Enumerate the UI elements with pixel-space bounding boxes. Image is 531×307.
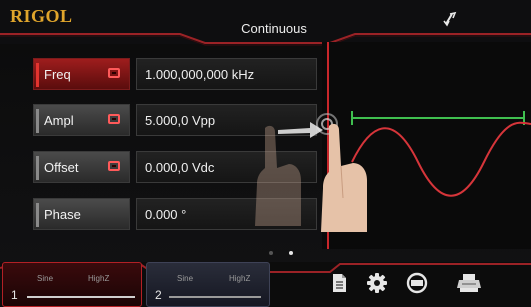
- channel-2-tab[interactable]: 2 Sine HighZ: [146, 262, 270, 307]
- ampl-label-button[interactable]: Ampl: [33, 104, 130, 136]
- phase-value: 0.000 °: [145, 207, 187, 222]
- selection-bar: [36, 156, 39, 180]
- mode-title: Continuous: [241, 21, 307, 36]
- phase-label-button[interactable]: Phase: [33, 198, 130, 230]
- brand-logo: RIGOL: [10, 6, 73, 26]
- channel-underline: [27, 296, 135, 298]
- link-icon[interactable]: [108, 114, 120, 124]
- offset-value: 0.000,0 Vdc: [145, 160, 215, 175]
- gear-icon[interactable]: [366, 272, 388, 294]
- sine-waveform: [351, 121, 531, 197]
- channel-load: HighZ: [229, 274, 251, 283]
- param-row-freq: Freq 1.000,000,000 kHz: [33, 58, 318, 90]
- offset-label-button[interactable]: Offset: [33, 151, 130, 183]
- link-icon[interactable]: [108, 68, 120, 78]
- sync-icon[interactable]: [440, 9, 462, 29]
- bottom-bar: 1 Sine HighZ 2 Sine HighZ: [0, 262, 531, 307]
- ampl-value: 5.000,0 Vpp: [145, 113, 216, 128]
- freq-value: 1.000,000,000 kHz: [145, 67, 255, 82]
- freq-label-button[interactable]: Freq: [33, 58, 130, 90]
- channel-underline: [169, 296, 261, 298]
- printer-icon[interactable]: [456, 272, 482, 294]
- channel-load: HighZ: [88, 274, 110, 283]
- selection-bar: [36, 109, 39, 133]
- channel-number: 2: [155, 288, 162, 302]
- page-dot-2[interactable]: [289, 251, 293, 255]
- phase-label: Phase: [44, 207, 81, 222]
- swipe-gesture-hint: [255, 113, 367, 232]
- freq-label: Freq: [44, 67, 71, 82]
- header-bar: RIGOL Continuous: [0, 0, 531, 46]
- counter-icon[interactable]: [405, 272, 428, 294]
- freq-value-field[interactable]: 1.000,000,000 kHz: [136, 58, 317, 90]
- selection-bar: [36, 203, 39, 227]
- link-icon[interactable]: [108, 161, 120, 171]
- offset-label: Offset: [44, 160, 79, 175]
- selection-bar: [36, 63, 39, 87]
- period-marker: [351, 111, 525, 125]
- channel-wave: Sine: [37, 274, 54, 283]
- channel-number: 1: [11, 288, 18, 302]
- document-icon[interactable]: [328, 272, 350, 294]
- page-dot-1[interactable]: [269, 251, 273, 255]
- channel-wave: Sine: [177, 274, 194, 283]
- channel-1-tab[interactable]: 1 Sine HighZ: [2, 262, 142, 307]
- generator-screen: RIGOL Continuous Freq 1.000,000,000 kHz …: [0, 0, 531, 307]
- ampl-label: Ampl: [44, 113, 74, 128]
